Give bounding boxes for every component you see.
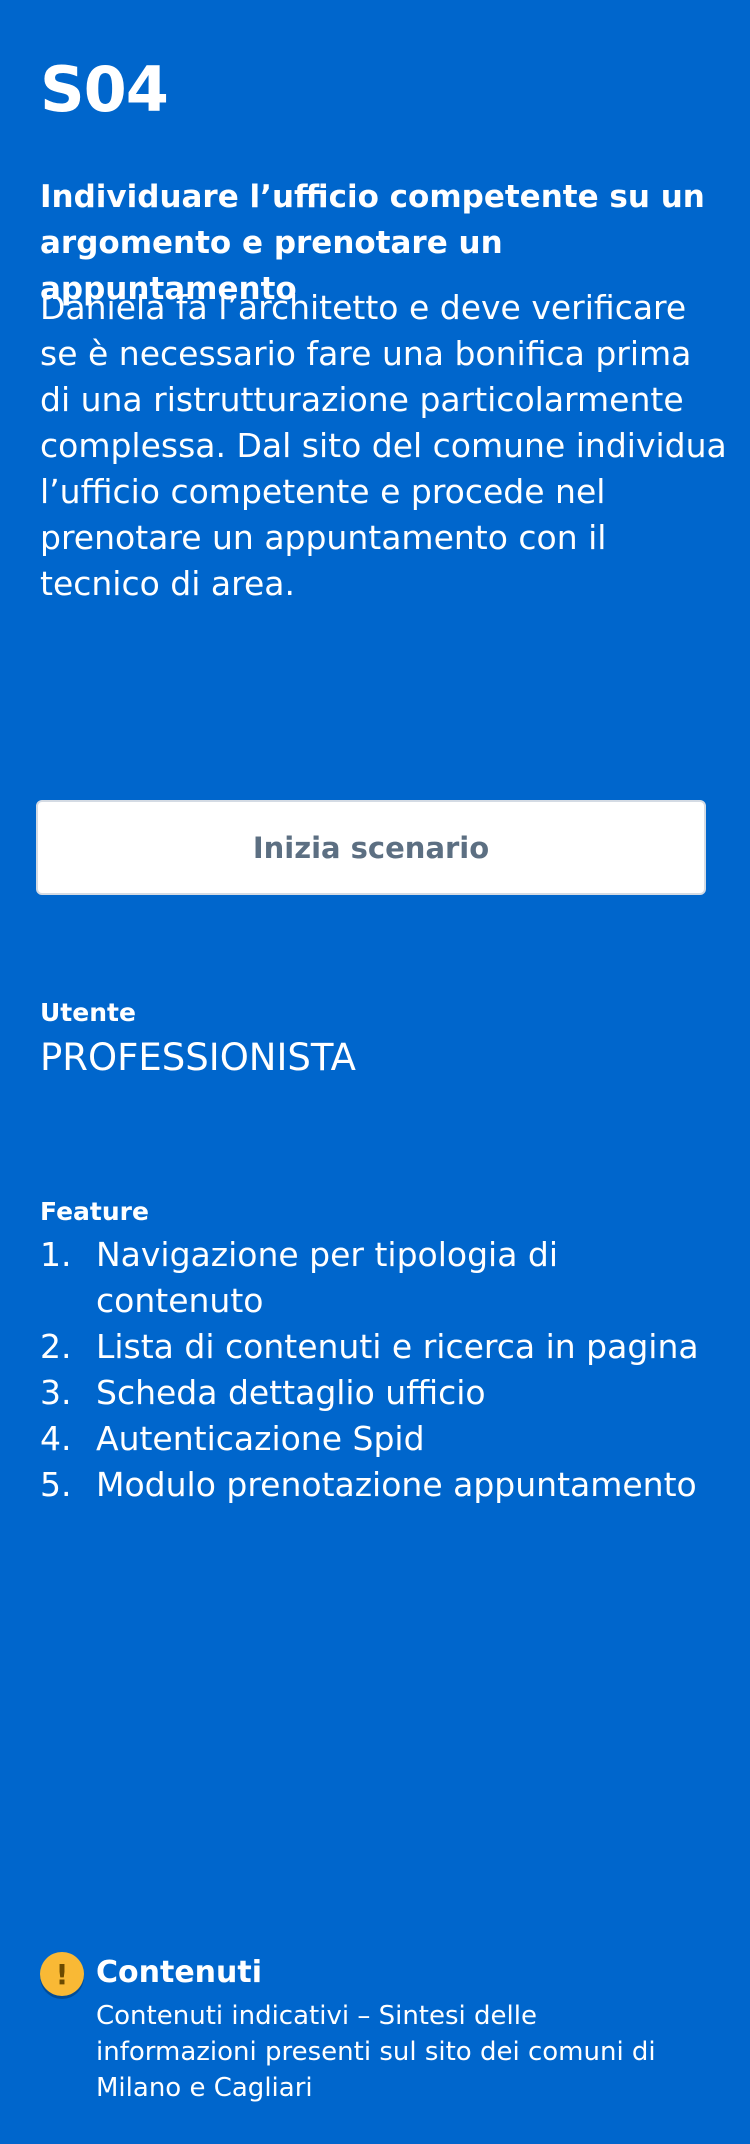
warning-icon: ! xyxy=(40,1952,84,1996)
feature-number: 2. xyxy=(40,1327,72,1366)
feature-number: 3. xyxy=(40,1373,72,1412)
feature-item: 4. Autenticazione Spid xyxy=(40,1416,730,1462)
scenario-code: S04 xyxy=(40,53,169,126)
start-scenario-button[interactable]: Inizia scenario xyxy=(36,800,706,895)
feature-item: 1. Navigazione per tipologia di contenut… xyxy=(40,1232,730,1324)
feature-list: 1. Navigazione per tipologia di contenut… xyxy=(40,1232,730,1508)
user-label: Utente xyxy=(40,998,136,1027)
feature-item: 2. Lista di contenuti e ricerca in pagin… xyxy=(40,1324,730,1370)
feature-number: 5. xyxy=(40,1465,72,1504)
scenario-description: Daniela fa l’architetto e deve verificar… xyxy=(40,288,727,603)
feature-text: Lista di contenuti e ricerca in pagina xyxy=(96,1327,699,1366)
feature-item: 5. Modulo prenotazione appuntamento xyxy=(40,1462,730,1508)
scenario-page: S04 Individuare l’ufficio competente su … xyxy=(0,0,750,2144)
feature-text: Modulo prenotazione appuntamento xyxy=(96,1465,697,1504)
contents-text: Contenuti indicativi – Sintesi delle inf… xyxy=(96,2001,656,2103)
user-value: PROFESSIONISTA xyxy=(40,1036,356,1079)
feature-number: 1. xyxy=(40,1235,72,1274)
feature-text: Autenticazione Spid xyxy=(96,1419,425,1458)
feature-number: 4. xyxy=(40,1419,72,1458)
feature-item: 3. Scheda dettaglio ufficio xyxy=(40,1370,730,1416)
feature-text: Scheda dettaglio ufficio xyxy=(96,1373,486,1412)
feature-label: Feature xyxy=(40,1197,149,1226)
feature-text: Navigazione per tipologia di contenuto xyxy=(96,1235,559,1320)
contents-title: Contenuti xyxy=(96,1955,263,1990)
